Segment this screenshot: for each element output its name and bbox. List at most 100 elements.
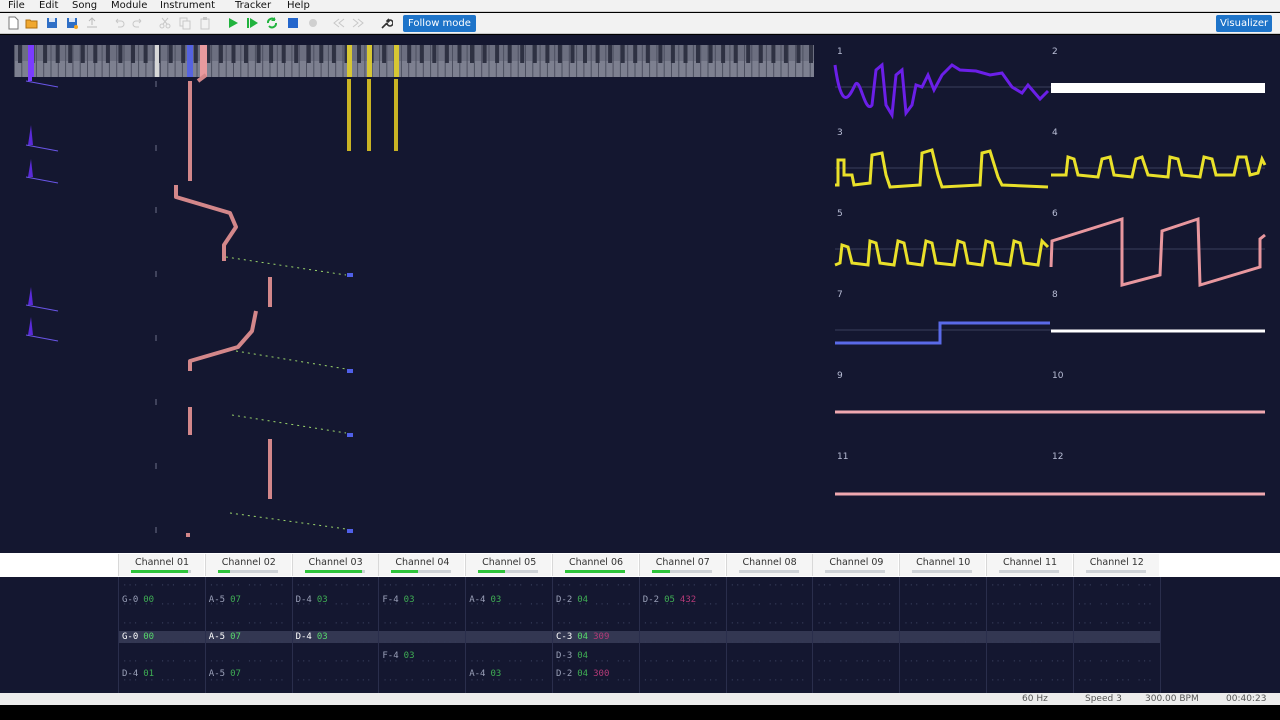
status-bpm: 300.00 BPM — [1145, 694, 1199, 704]
note-value: D-2 — [556, 669, 573, 680]
channel-column-separator — [986, 577, 987, 693]
follow-mode-button[interactable]: Follow mode — [403, 15, 476, 32]
menu-file[interactable]: File — [5, 0, 28, 12]
channel-label: Channel 09 — [829, 557, 884, 568]
empty-cell-dots: ··· ·· ··· ··· — [903, 638, 980, 648]
pattern-cell[interactable]: G-0 00 — [122, 631, 154, 643]
channel-column-separator — [1159, 577, 1161, 693]
redo-icon[interactable] — [131, 16, 145, 30]
menu-instrument[interactable]: Instrument — [157, 0, 218, 12]
open-folder-icon[interactable] — [25, 16, 39, 30]
pattern-cell[interactable]: D-2 04 — [556, 594, 588, 606]
pattern-cell[interactable]: D-2 04 300 — [556, 668, 609, 680]
channel-column-separator — [378, 577, 380, 693]
play-loop-icon[interactable] — [265, 16, 279, 30]
note-value: D-2 — [556, 595, 573, 605]
channel-volume-meter — [304, 570, 365, 573]
stop-icon[interactable] — [286, 16, 300, 30]
note-value: D-4 — [295, 595, 312, 605]
empty-cell-dots: ··· ·· ··· ··· — [208, 581, 285, 591]
channel-tab-07[interactable]: Channel 07 — [638, 554, 725, 576]
export-icon[interactable] — [85, 16, 99, 30]
pattern-editor[interactable]: Channel 01 Channel 02 Channel 03 Channel 04… — [0, 553, 1280, 693]
record-icon[interactable] — [306, 16, 320, 30]
empty-cell-dots: ··· ·· ··· ··· — [642, 619, 719, 629]
pattern-cell[interactable]: D-2 05 432 — [643, 594, 696, 606]
empty-cell-dots: ··· ·· ··· ··· — [469, 619, 546, 629]
pattern-cell[interactable]: D-4 01 — [122, 668, 154, 680]
pattern-cell[interactable]: F-4 03 — [382, 594, 414, 606]
channel-tab-02[interactable]: Channel 02 — [204, 554, 291, 576]
pattern-cell[interactable]: D-4 03 — [296, 594, 328, 606]
play-icon[interactable] — [226, 16, 240, 30]
channel-column-separator — [1072, 577, 1074, 693]
pattern-cell[interactable]: D-3 04 — [556, 650, 588, 662]
pattern-cell[interactable]: C-3 04 309 — [556, 631, 609, 643]
pattern-rows[interactable]: ··· ·· ··· ··· ··· ·· ··· ··· ··· ·· ··· ·… — [0, 577, 1280, 693]
note-value: G-0 — [122, 632, 139, 643]
empty-cell-dots: ··· ·· ··· ··· — [122, 657, 198, 667]
note-value: A-5 — [208, 632, 226, 643]
pattern-cell[interactable]: G-0 00 — [122, 594, 154, 606]
menu-module[interactable]: Module — [108, 0, 150, 12]
save-as-icon[interactable] — [65, 16, 79, 30]
pattern-cell[interactable]: A-4 03 — [469, 668, 501, 680]
empty-cell-dots: ··· ·· ··· ··· — [990, 581, 1066, 591]
empty-cell-dots: ··· ·· ··· ··· — [990, 600, 1066, 610]
scope-number: 3 — [837, 128, 843, 138]
settings-wrench-icon[interactable] — [379, 16, 393, 30]
channel-label: Channel 08 — [742, 557, 797, 568]
menu-help[interactable]: Help — [284, 0, 313, 12]
empty-cell-dots: ··· ·· ··· ··· — [642, 676, 719, 686]
undo-icon[interactable] — [112, 16, 126, 30]
channel-volume-meter — [565, 570, 625, 573]
channel-volume-level — [651, 570, 670, 573]
pattern-cell[interactable]: A-5 07 — [209, 594, 241, 606]
channel-tab-11[interactable]: Channel 11 — [986, 554, 1072, 576]
note-value: D-2 — [642, 595, 660, 605]
menu-song[interactable]: Song — [69, 0, 100, 12]
channel-volume-level — [565, 570, 625, 573]
empty-cell-dots: ··· ·· ··· ··· — [295, 676, 372, 686]
scope-number: 1 — [837, 47, 843, 57]
pattern-cell[interactable]: A-5 07 — [209, 668, 241, 680]
cut-icon[interactable] — [158, 16, 172, 30]
channel-label: Channel 05 — [482, 557, 537, 568]
paste-icon[interactable] — [198, 16, 212, 30]
pattern-cell[interactable]: F-4 03 — [382, 650, 414, 662]
empty-cell-dots: ··· ·· ··· ··· — [816, 657, 893, 667]
new-file-icon[interactable] — [6, 16, 20, 30]
fast-forward-icon[interactable] — [351, 16, 365, 30]
channel-volume-meter — [131, 570, 191, 573]
channel-tab-06[interactable]: Channel 06 — [552, 554, 638, 576]
channel-tab-10[interactable]: Channel 10 — [899, 554, 986, 576]
channel-tab-12[interactable]: Channel 12 — [1072, 554, 1159, 576]
pattern-cell[interactable]: A-4 03 — [469, 594, 501, 606]
channel-tab-01[interactable]: Channel 01 — [118, 554, 204, 576]
channel-tab-05[interactable]: Channel 05 — [465, 554, 552, 576]
visualizer-button[interactable]: Visualizer — [1216, 15, 1273, 32]
empty-cell-dots: ··· ·· ··· ··· — [816, 581, 893, 591]
menu-edit[interactable]: Edit — [36, 0, 61, 12]
effect-value: 432 — [679, 595, 697, 605]
pattern-cell[interactable]: A-5 07 — [209, 631, 241, 643]
note-value: D-3 — [556, 650, 573, 661]
channel-column-separator — [465, 577, 467, 693]
instrument-value: 04 — [577, 650, 589, 661]
copy-icon[interactable] — [178, 16, 192, 30]
effect-value: 300 — [593, 669, 610, 680]
empty-cell-dots: ··· ·· ··· ··· — [556, 581, 632, 591]
note-value: A-5 — [208, 669, 226, 680]
empty-cell-dots: ··· ·· ··· ··· — [990, 638, 1066, 648]
pattern-cell[interactable]: D-4 03 — [296, 631, 328, 643]
play-from-cursor-icon[interactable] — [245, 16, 259, 30]
channel-tab-04[interactable]: Channel 04 — [378, 554, 465, 576]
rewind-icon[interactable] — [332, 16, 346, 30]
instrument-value: 00 — [143, 595, 155, 605]
menu-tracker[interactable]: Tracker — [232, 0, 274, 12]
channel-tab-03[interactable]: Channel 03 — [291, 554, 378, 576]
channel-tab-08[interactable]: Channel 08 — [725, 554, 812, 576]
empty-cell-dots: ··· ·· ··· ··· — [382, 619, 459, 629]
channel-tab-09[interactable]: Channel 09 — [812, 554, 899, 576]
save-icon[interactable] — [45, 16, 59, 30]
